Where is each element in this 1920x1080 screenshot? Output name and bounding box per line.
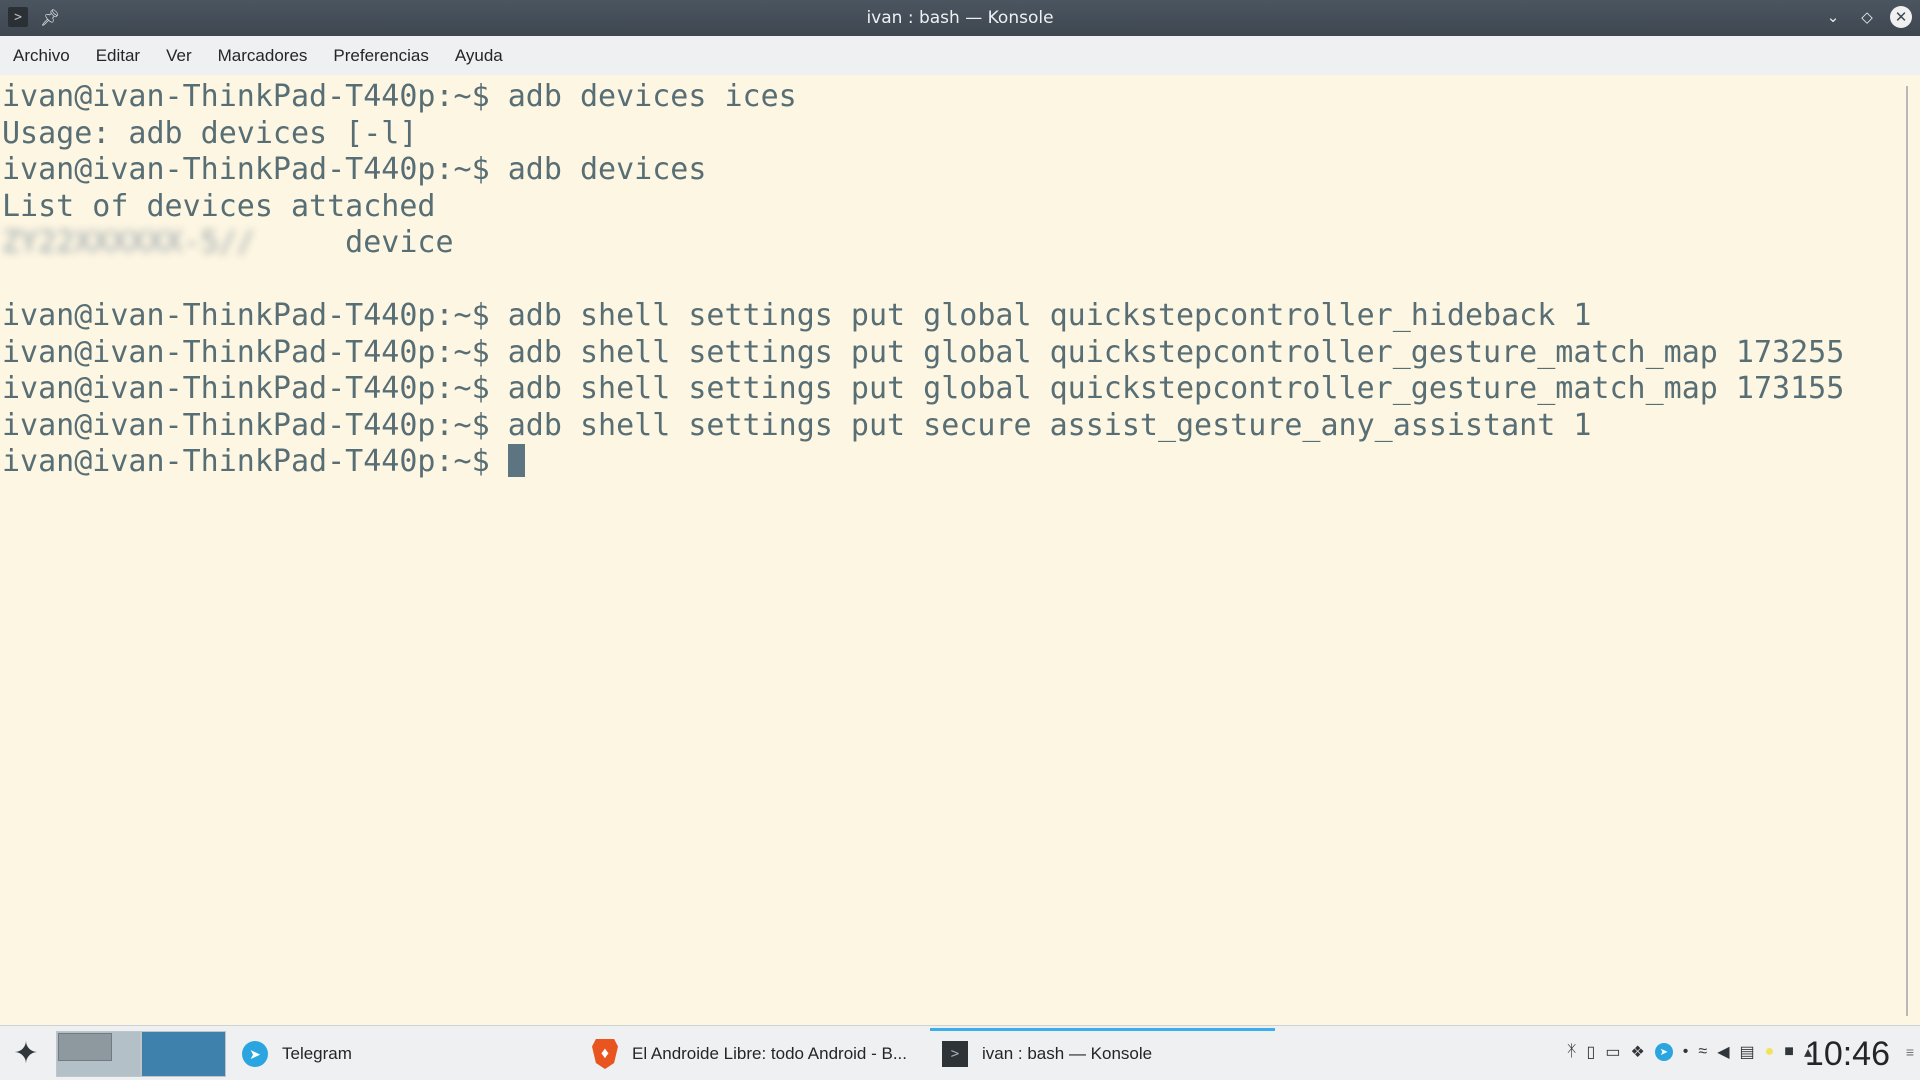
device-line: ZY22XXXXXX-5// device (2, 225, 1920, 262)
window-title: ivan : bash — Konsole (866, 8, 1054, 28)
minimize-button[interactable]: ⌄ (1822, 6, 1844, 28)
terminal-line: ivan@ivan-ThinkPad-T440p:~$ adb shell se… (2, 334, 1845, 370)
bulb-icon[interactable]: • (1683, 1043, 1689, 1061)
volume-icon[interactable]: ◀ (1717, 1042, 1729, 1062)
lock-icon[interactable]: ■ (1784, 1043, 1794, 1061)
menu-editar[interactable]: Editar (83, 46, 153, 66)
window-titlebar[interactable]: > 📌︎ ivan : bash — Konsole ⌄ ◇ ✕ (0, 0, 1920, 36)
terminal-line: ivan@ivan-ThinkPad-T440p:~$ adb shell se… (2, 298, 1592, 333)
panel-settings-icon[interactable]: ≡ (1906, 1044, 1914, 1060)
bluetooth-icon[interactable]: ᛡ (1567, 1043, 1577, 1061)
close-button[interactable]: ✕ (1890, 6, 1912, 28)
terminal-line: ivan@ivan-ThinkPad-T440p:~$ adb devices … (2, 79, 797, 114)
prompt: ivan@ivan-ThinkPad-T440p:~$ (2, 444, 508, 479)
diamond-icon: ◇ (1861, 8, 1873, 26)
terminal-line: ivan@ivan-ThinkPad-T440p:~$ adb devices (2, 152, 707, 187)
launcher-icon: ✦ (13, 1037, 39, 1070)
menu-ayuda[interactable]: Ayuda (442, 46, 516, 66)
battery-icon[interactable]: ▭ (1605, 1042, 1620, 1062)
phone-icon[interactable]: ▯ (1587, 1042, 1596, 1062)
desktop-1[interactable] (56, 1031, 141, 1077)
clock[interactable]: 10:46 (1805, 1035, 1890, 1074)
terminal-cursor (507, 444, 525, 477)
close-icon: ✕ (1894, 8, 1908, 26)
terminal-icon: > (942, 1040, 968, 1067)
telegram-icon: ➤ (242, 1041, 268, 1067)
task-label: ivan : bash — Konsole (982, 1043, 1153, 1063)
app-launcher-button[interactable]: ✦ (6, 1035, 46, 1075)
task-label: Telegram (282, 1044, 352, 1063)
prompt-line[interactable]: ivan@ivan-ThinkPad-T440p:~$ (2, 444, 1920, 481)
terminal-output[interactable]: ivan@ivan-ThinkPad-T440p:~$ adb devices … (0, 75, 1920, 1025)
night-light-icon[interactable]: ● (1765, 1043, 1775, 1061)
clipboard-icon[interactable]: ▤ (1740, 1042, 1755, 1062)
telegram-icon[interactable]: ➤ (1654, 1043, 1673, 1061)
maximize-button[interactable]: ◇ (1856, 6, 1878, 28)
menu-marcadores[interactable]: Marcadores (205, 46, 321, 66)
task-label: El Androide Libre: todo Android - B... (632, 1044, 908, 1063)
menu-preferencias[interactable]: Preferencias (320, 46, 441, 66)
virtual-desktop-pager (56, 1031, 226, 1077)
redacted-serial: ZY22XXXXXX-5// (2, 225, 291, 260)
menu-archivo[interactable]: Archivo (13, 46, 83, 66)
task-telegram[interactable]: ➤ Telegram (230, 1030, 570, 1078)
chevron-down-icon: ⌄ (1826, 8, 1840, 26)
menu-bar: Archivo Editar Ver Marcadores Preferenci… (0, 36, 1920, 75)
device-status: device (345, 225, 454, 260)
system-tray: ᛡ ▯ ▭ ❖ ➤ • ≈ ◀ ▤ ● ■ ▴ (1567, 1042, 1812, 1062)
terminal-line: ivan@ivan-ThinkPad-T440p:~$ adb shell se… (2, 407, 1592, 443)
desktop-window-preview (58, 1033, 112, 1061)
taskbar: ✦ ➤ Telegram ♦ El Androide Libre: todo A… (0, 1025, 1920, 1080)
brave-icon: ♦ (592, 1039, 618, 1069)
task-konsole[interactable]: > ivan : bash — Konsole (930, 1028, 1275, 1076)
terminal-line: ivan@ivan-ThinkPad-T440p:~$ adb shell se… (2, 371, 1845, 406)
wifi-icon[interactable]: ≈ (1698, 1043, 1707, 1061)
terminal-scrollbar[interactable] (1906, 86, 1908, 1016)
task-browser[interactable]: ♦ El Androide Libre: todo Android - B... (580, 1030, 925, 1078)
menu-ver[interactable]: Ver (153, 46, 205, 66)
terminal-line: List of devices attached (2, 188, 436, 224)
terminal-line: Usage: adb devices [-l] (2, 115, 418, 151)
desktop-2[interactable] (141, 1031, 226, 1077)
dropbox-icon[interactable]: ❖ (1630, 1042, 1644, 1062)
